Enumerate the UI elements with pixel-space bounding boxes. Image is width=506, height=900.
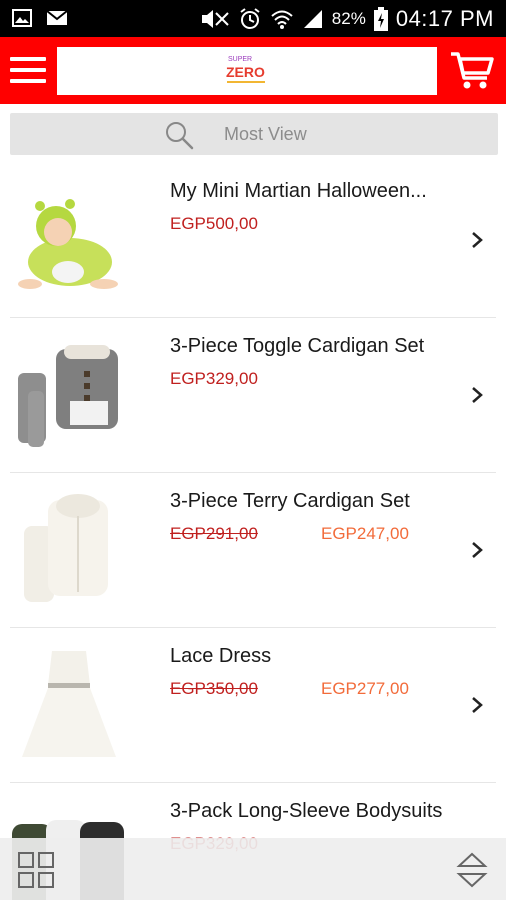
- mail-icon: [46, 10, 68, 25]
- clock: 04:17 PM: [395, 6, 494, 31]
- product-sale-price: EGP247,00: [321, 524, 409, 543]
- menu-button[interactable]: [10, 57, 46, 85]
- search-icon: [166, 122, 194, 150]
- product-title: 3-Pack Long-Sleeve Bodysuits: [170, 800, 443, 822]
- product-title: My Mini Martian Halloween...: [170, 180, 427, 202]
- product-sale-price: EGP277,00: [321, 679, 409, 698]
- list-item[interactable]: 3-Piece Terry Cardigan Set EGP291,00 EGP…: [0, 473, 506, 628]
- product-image: [8, 176, 130, 298]
- product-title: 3-Piece Toggle Cardigan Set: [170, 335, 425, 357]
- mute-icon: [201, 10, 229, 28]
- cart-button[interactable]: [449, 50, 495, 92]
- search-placeholder: Most View: [224, 124, 307, 144]
- product-image: [8, 486, 130, 608]
- battery-icon: [373, 7, 388, 31]
- cart-icon: [451, 52, 494, 89]
- product-title: 3-Piece Terry Cardigan Set: [170, 490, 410, 512]
- product-old-price: EGP291,00: [170, 524, 258, 543]
- logo-text: ZERO: [226, 64, 265, 80]
- brand-logo: SUPER ZERO: [226, 56, 265, 83]
- list-item[interactable]: 3-Piece Toggle Cardigan Set EGP329,00: [0, 318, 506, 473]
- list-item[interactable]: My Mini Martian Halloween... EGP500,00: [0, 163, 506, 318]
- product-image: [8, 331, 130, 453]
- product-title: Lace Dress: [170, 645, 272, 667]
- product-old-price: EGP350,00: [170, 679, 258, 698]
- sort-icon: [456, 852, 488, 888]
- product-price: EGP500,00: [170, 214, 258, 233]
- chevron-right-icon: [472, 542, 483, 558]
- logo-box: SUPER ZERO: [57, 47, 437, 95]
- chevron-right-icon: [472, 387, 483, 403]
- image-icon: [12, 9, 32, 27]
- search-bar[interactable]: Most View: [10, 113, 498, 155]
- product-price: EGP329,00: [170, 369, 258, 388]
- bottom-toolbar: [0, 838, 506, 900]
- grid-view-button[interactable]: [17, 851, 55, 889]
- wifi-icon: [271, 10, 293, 29]
- alarm-icon: [240, 8, 260, 29]
- list-item[interactable]: Lace Dress EGP350,00 EGP277,00: [0, 628, 506, 783]
- chevron-right-icon: [472, 232, 483, 248]
- battery-percent: 82%: [331, 9, 366, 28]
- app-header: SUPER ZERO: [0, 37, 506, 104]
- sort-button[interactable]: [456, 851, 488, 889]
- logo-top-text: SUPER: [228, 56, 252, 63]
- chevron-right-icon: [472, 697, 483, 713]
- product-image: [8, 641, 130, 763]
- signal-icon: [303, 10, 322, 28]
- status-bar: 82% 04:17 PM: [0, 0, 506, 37]
- grid-icon: [18, 852, 54, 888]
